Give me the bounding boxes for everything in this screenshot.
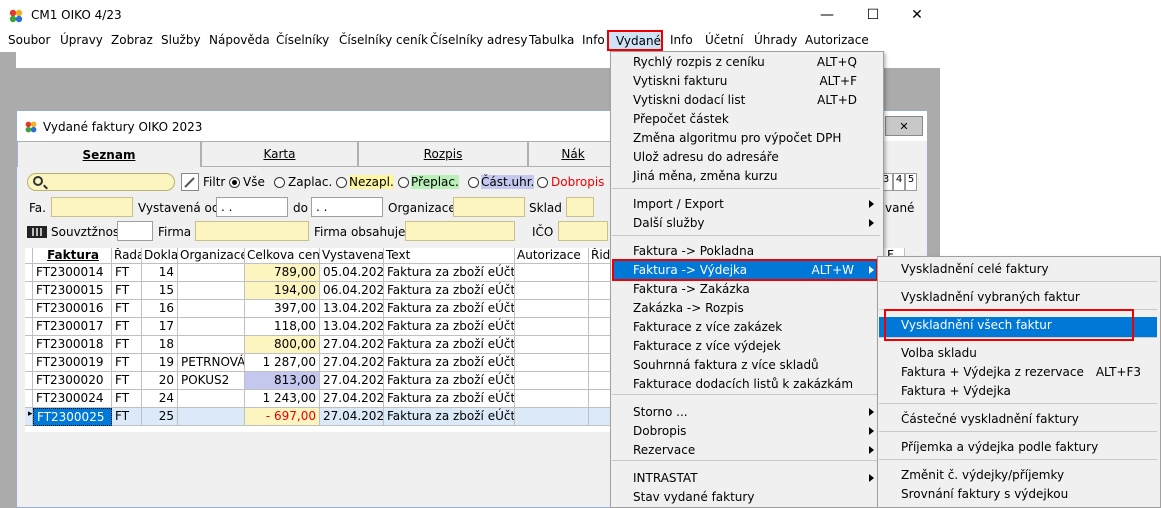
submenu-item-label: Volba skladu — [901, 346, 977, 360]
dropdown-item-label: Fakturace z více výdejek — [633, 339, 781, 353]
submenu-item[interactable]: Změnit č. výdejky/příjemky — [877, 466, 1159, 485]
dropdown-item-label: Storno ... — [633, 405, 688, 419]
dropdown-item[interactable]: INTRASTAT — [610, 469, 882, 488]
submenu-item-label: Vyskladnění celé faktury — [901, 262, 1049, 276]
submenu-item-label: Změnit č. výdejky/příjemky — [901, 468, 1065, 482]
submenu-item[interactable]: Faktura + Výdejka — [877, 382, 1159, 401]
dropdown-item-shortcut: ALT+W — [811, 263, 855, 277]
dropdown-item[interactable]: Zakázka -> Rozpis — [610, 299, 882, 318]
dropdown-item[interactable]: Ulož adresu do adresáře — [610, 148, 882, 167]
menu-separator — [612, 460, 880, 461]
dropdown-item[interactable]: Fakturace dodacích listů k zakázkám — [610, 375, 882, 394]
dropdown-item-label: Stav vydané faktury — [633, 490, 755, 504]
dropdown-item[interactable]: Stav vydané faktury — [610, 488, 882, 507]
dropdown-item-label: Přepočet částek — [633, 112, 729, 126]
submenu-item-label: Příjemka a výdejka podle faktury — [901, 440, 1099, 454]
dropdown-item-label: Ulož adresu do adresáře — [633, 150, 779, 164]
dropdown-item[interactable]: Vytiskni fakturu ALT+F — [610, 72, 882, 91]
dropdown-item[interactable]: Storno ... — [610, 403, 882, 422]
dropdown-item-label: Faktura -> Pokladna — [633, 244, 755, 258]
submenu-item[interactable]: Vyskladnění celé faktury — [877, 260, 1159, 279]
submenu-item[interactable]: Vyskladnění vybraných faktur — [877, 288, 1159, 307]
dropdown-item[interactable]: Změna algoritmu pro výpočet DPH — [610, 129, 882, 148]
dropdown-item-label: Fakturace z více zakázek — [633, 320, 783, 334]
dropdown-item-label: Změna algoritmu pro výpočet DPH — [633, 131, 842, 145]
chevron-right-icon — [869, 200, 874, 208]
dropdown-item-shortcut: ALT+D — [817, 93, 857, 107]
menu-separator — [879, 459, 1157, 460]
dropdown-item-shortcut: ALT+Q — [816, 55, 857, 69]
menu-separator — [612, 235, 880, 236]
dropdown-item[interactable]: Faktura -> Zakázka — [610, 280, 882, 299]
submenu-item[interactable]: Částečné vyskladnění faktury — [877, 410, 1159, 429]
menu-separator — [612, 394, 880, 395]
chevron-right-icon — [869, 266, 874, 274]
dropdown-item[interactable]: Souhrnná faktura z více skladů — [610, 356, 882, 375]
dropdown-item[interactable]: Rezervace — [610, 441, 882, 460]
dropdown-item-label: Dobropis — [633, 424, 687, 438]
submenu-item-shortcut: ALT+F3 — [1095, 365, 1141, 379]
dropdown-item-label: Faktura -> Výdejka — [633, 263, 748, 277]
chevron-right-icon — [869, 427, 874, 435]
dropdown-item[interactable]: Dobropis — [610, 422, 882, 441]
menu-separator — [612, 188, 880, 189]
menu-separator — [879, 281, 1157, 282]
submenu-item[interactable]: Faktura + Výdejka z rezervace ALT+F3 — [877, 363, 1159, 382]
chevron-right-icon — [869, 408, 874, 416]
dropdown-item-shortcut: ALT+F — [819, 74, 857, 88]
submenu-item[interactable]: Srovnání faktury s výdejkou — [877, 485, 1159, 504]
dropdown-item-label: Zakázka -> Rozpis — [633, 301, 744, 315]
vydane-dropdown-items: Rychlý rozpis z ceníku ALT+Q Vytiskni fakt… — [610, 51, 884, 508]
submenu-item[interactable]: Volba skladu — [877, 344, 1159, 363]
dropdown-item[interactable]: Faktura -> Pokladna — [610, 242, 882, 261]
dropdown-item[interactable]: Přepočet částek — [610, 110, 882, 129]
dropdown-item-label: Další služby — [633, 216, 705, 230]
dropdown-item[interactable]: Jiná měna, změna kurzu — [610, 167, 882, 186]
submenu-item-label: Částečné vyskladnění faktury — [901, 412, 1079, 426]
chevron-right-icon — [869, 446, 874, 454]
dropdown-item[interactable]: Import / Export — [610, 195, 882, 214]
chevron-right-icon — [869, 219, 874, 227]
dropdown-item-label: Faktura -> Zakázka — [633, 282, 750, 296]
faktura-vydejka-submenu-items: Vyskladnění celé faktury Vyskladnění vybr… — [877, 256, 1161, 508]
dropdown-item[interactable]: Rychlý rozpis z ceníku ALT+Q — [610, 53, 882, 72]
submenu-item-label: Vyskladnění vybraných faktur — [901, 290, 1080, 304]
dropdown-item-label: Vytiskni dodací list — [633, 93, 746, 107]
dropdown-item-label: Rychlý rozpis z ceníku — [633, 55, 765, 69]
dropdown-item-label: Rezervace — [633, 443, 696, 457]
menu-separator — [879, 403, 1157, 404]
dropdown-item[interactable]: Vytiskni dodací list ALT+D — [610, 91, 882, 110]
dropdown-item[interactable]: Faktura -> Výdejka ALT+W — [610, 261, 882, 280]
dropdown-item-label: Jiná měna, změna kurzu — [633, 169, 778, 183]
dropdown-item-label: Fakturace dodacích listů k zakázkám — [633, 377, 854, 391]
submenu-item[interactable]: Příjemka a výdejka podle faktury — [877, 438, 1159, 457]
chevron-right-icon — [869, 474, 874, 482]
dropdown-item-label: Import / Export — [633, 197, 724, 211]
submenu-item-label: Faktura + Výdejka z rezervace — [901, 365, 1084, 379]
dropdown-item[interactable]: Další služby — [610, 214, 882, 233]
dropdown-item[interactable]: Fakturace z více výdejek — [610, 337, 882, 356]
dropdown-item[interactable]: Fakturace z více zakázek — [610, 318, 882, 337]
annotation-box-vsech-faktur — [884, 309, 1134, 341]
submenu-item-label: Faktura + Výdejka — [901, 384, 1011, 398]
dropdown-item-label: Vytiskni fakturu — [633, 74, 728, 88]
submenu-item-label: Srovnání faktury s výdejkou — [901, 487, 1069, 501]
menu-separator — [879, 431, 1157, 432]
dropdown-item-label: Souhrnná faktura z více skladů — [633, 358, 819, 372]
dropdown-item-label: INTRASTAT — [633, 471, 698, 485]
